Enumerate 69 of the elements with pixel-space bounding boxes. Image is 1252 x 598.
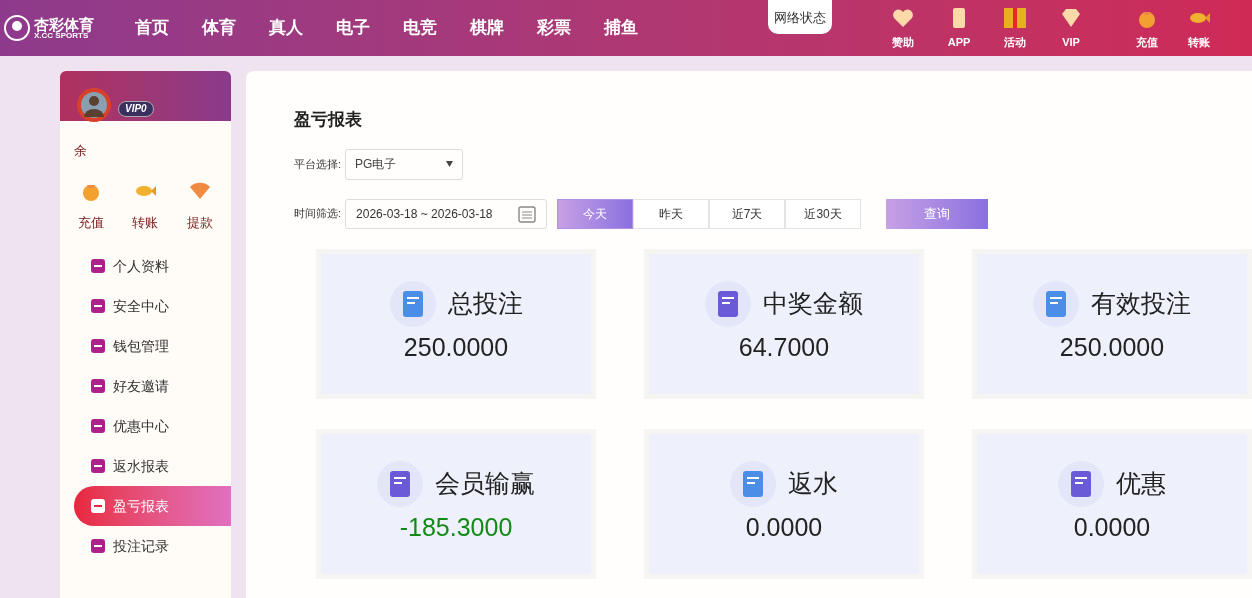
nav-link[interactable]: 彩票 — [537, 15, 571, 41]
logo-title: 杏彩体育 — [34, 16, 94, 32]
toolbar-button[interactable]: VIP — [1056, 5, 1086, 51]
page-title: 盈亏报表 — [294, 109, 363, 131]
stat-value: 250.0000 — [1059, 331, 1165, 363]
menu-icon — [91, 259, 105, 273]
menu-icon — [91, 299, 105, 313]
sidebar-item[interactable]: 好友邀请 — [74, 366, 231, 406]
menu-icon — [91, 459, 105, 473]
avatar — [76, 87, 112, 123]
platform-label: 平台选择: — [294, 156, 342, 172]
toolbar-button[interactable]: 活动 — [1000, 5, 1030, 51]
stat-label: 有效投注 — [1091, 288, 1191, 319]
menu-icon — [91, 539, 105, 553]
stat-label: 返水 — [788, 468, 838, 499]
stat-value: 64.7000 — [738, 331, 830, 363]
stat-label: 总投注 — [447, 288, 523, 319]
calendar-icon — [518, 204, 537, 223]
nav-link[interactable]: 电子 — [336, 15, 370, 41]
stat-value: 0.0000 — [1073, 511, 1151, 543]
network-status-button[interactable]: 网络状态 — [768, 0, 832, 34]
gift-icon — [1003, 5, 1027, 30]
range-tab[interactable]: 昨天 — [633, 198, 710, 229]
stat-value: -185.3000 — [399, 511, 513, 543]
date-range-field[interactable]: 2026-03-18 ~ 2026-03-18 — [345, 198, 548, 229]
stat-label: 优惠 — [1116, 468, 1166, 499]
menu-icon — [91, 379, 105, 393]
range-tab[interactable]: 近7天 — [709, 198, 786, 229]
vip-badge: VIP0 — [118, 101, 154, 117]
wallet-action[interactable]: 提款 — [186, 178, 213, 232]
nav-link[interactable]: 体育 — [202, 15, 236, 41]
stat-label: 会员输赢 — [435, 468, 535, 499]
report-icon — [1033, 280, 1079, 327]
wallet-action[interactable]: 转账 — [132, 178, 159, 232]
report-icon — [377, 460, 423, 507]
stat-value: 250.0000 — [403, 331, 509, 363]
nav-link[interactable]: 电竞 — [403, 15, 437, 41]
toolbar-button[interactable]: APP — [944, 5, 974, 51]
nav-link[interactable]: 首页 — [135, 15, 169, 41]
sidebar-item[interactable]: 安全中心 — [74, 286, 231, 326]
nav-link[interactable]: 捕鱼 — [604, 15, 638, 41]
platform-select[interactable]: PG电子 — [345, 148, 464, 180]
toolbar-button[interactable]: 赞助 — [888, 5, 918, 51]
wallet-button[interactable]: 转账 — [1184, 5, 1214, 51]
nav-link[interactable]: 棋牌 — [470, 15, 504, 41]
sidebar-item[interactable]: 返水报表 — [74, 446, 231, 486]
menu-icon — [91, 419, 105, 433]
stat-label: 中奖金额 — [763, 288, 863, 319]
sidebar-item[interactable]: 优惠中心 — [74, 406, 231, 446]
report-icon — [705, 280, 751, 327]
time-label: 时间筛选: — [294, 206, 342, 222]
report-icon — [730, 460, 776, 507]
wallet-action[interactable]: 充值 — [78, 178, 105, 232]
sidebar-item[interactable]: 盈亏报表 — [74, 486, 231, 526]
date-range-value: 2026-03-18 ~ 2026-03-18 — [356, 205, 493, 223]
dropdown-caret-icon — [446, 161, 454, 167]
sidebar-item[interactable]: 钱包管理 — [74, 326, 231, 366]
report-icon — [389, 280, 436, 327]
nav-link[interactable]: 真人 — [269, 15, 303, 41]
menu-icon — [91, 499, 105, 513]
wallet-button[interactable]: 充值 — [1132, 5, 1162, 51]
report-icon — [1058, 460, 1104, 507]
menu-icon — [91, 339, 105, 353]
sidebar-item[interactable]: 个人资料 — [74, 246, 231, 286]
stat-value: 0.0000 — [745, 511, 823, 543]
sidebar-item[interactable]: 投注记录 — [74, 526, 231, 566]
range-tab[interactable]: 近30天 — [785, 198, 862, 229]
balance-label: 余 — [74, 142, 88, 160]
logo-icon — [4, 13, 30, 43]
